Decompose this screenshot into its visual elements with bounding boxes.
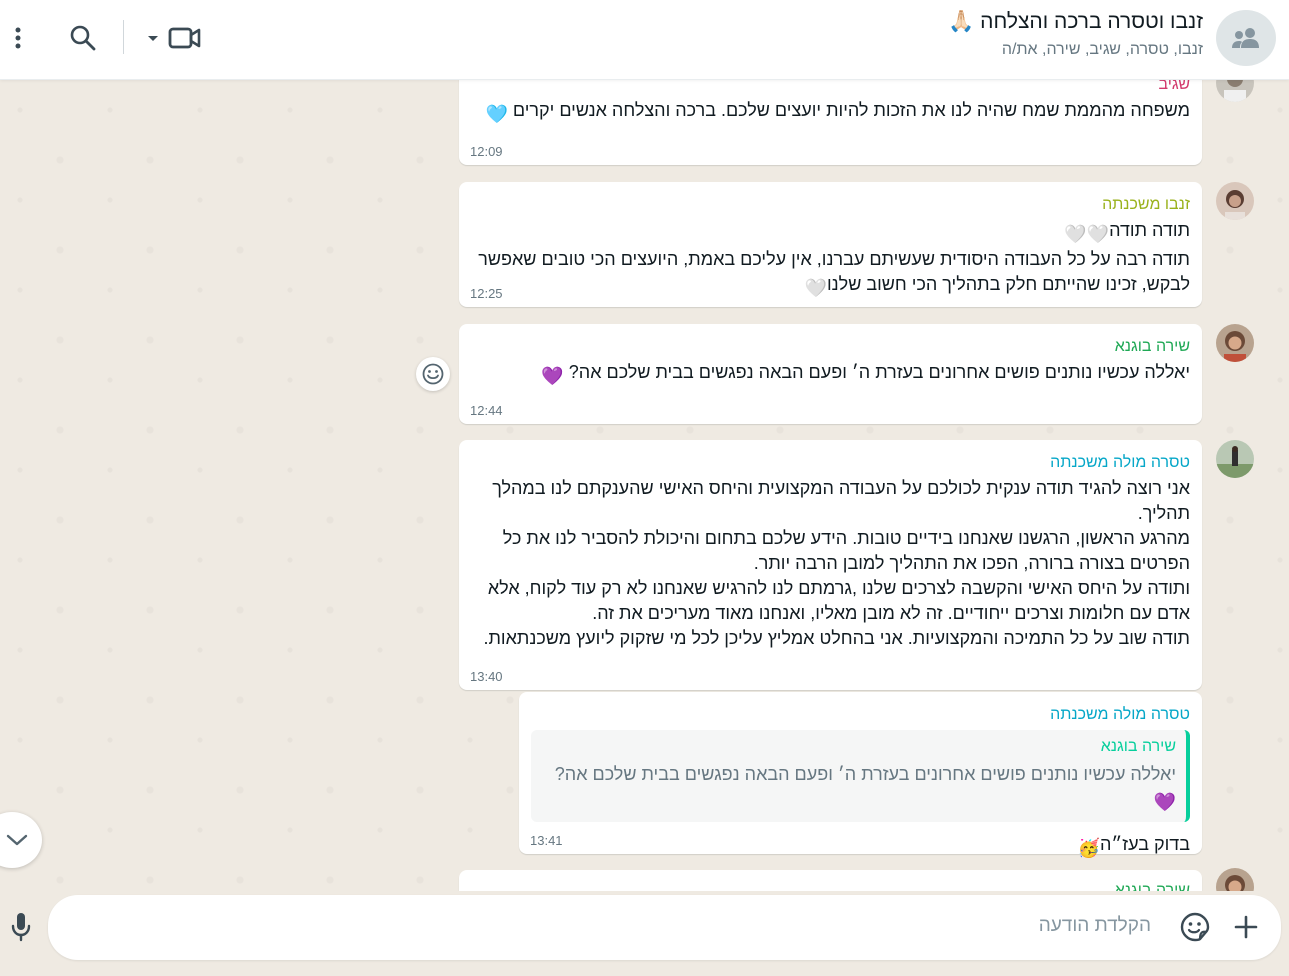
message-text: אני רוצה להגיד תודה ענקית לכולכם על העבו… [483,478,1190,648]
avatar-zanbo[interactable] [1216,182,1254,220]
message-bubble: טסרה מולה משכנתה אני רוצה להגיד תודה ענק… [459,440,1202,690]
smiley-icon [422,363,444,385]
white-heart-emoji: 🤍🤍 [1064,224,1110,244]
message-composer[interactable]: הקלדת הודעה [48,895,1281,960]
video-call-button[interactable] [146,20,208,56]
avatar-tesera[interactable] [1216,440,1254,478]
avatar-shira[interactable] [1216,324,1254,362]
chat-header: זנבו וטסרה ברכה והצלחה 🙏🏻 זנבו, טסרה, שג… [0,0,1289,80]
message-time: 13:40 [470,669,503,684]
message-time: 12:25 [470,286,503,301]
message-time: 12:09 [470,144,503,159]
video-call-icon [168,27,201,49]
search-button[interactable] [66,20,100,56]
purple-heart-emoji: 💜 [1153,792,1176,812]
sticker-button[interactable] [1179,910,1211,944]
purple-heart-emoji: 💜 [541,366,564,386]
attach-button[interactable] [1231,911,1261,943]
quoted-text: יאללה עכשיו נותנים פושים אחרונים בעזרת ה… [554,764,1176,812]
message-text: תודה תודה🤍🤍 תודה רבה על כל העבודה היסודי… [471,218,1190,301]
menu-icon [15,27,21,49]
message-time: 13:41 [530,833,563,848]
plus-icon [1234,915,1258,939]
avatar-image [1216,182,1254,220]
message-time: 12:44 [470,403,503,418]
group-avatar[interactable] [1216,10,1276,66]
white-heart-emoji: 🤍 [804,278,827,298]
praying-hands-emoji: 🙏🏻 [948,10,975,33]
voice-message-button[interactable] [8,910,34,944]
message-bubble: שגיב משפחה מהממת שמח שהיה לנו את הזכות ל… [459,70,1202,165]
message-text: משפחה מהממת שמח שהיה לנו את הזכות להיות … [471,98,1190,127]
chat-title[interactable]: זנבו וטסרה ברכה והצלחה 🙏🏻 [948,10,1203,34]
message-bubble: זנבו משכנתה תודה תודה🤍🤍 תודה רבה על כל ה… [459,182,1202,307]
message-sender: טסרה מולה משכנתה [1050,454,1190,471]
quoted-message[interactable]: שירה בוגנא יאללה עכשיו נותנים פושים אחרו… [531,730,1190,822]
message-sender: שירה בוגנא [1114,338,1190,355]
message-text: יאללה עכשיו נותנים פושים אחרונים בעזרת ה… [471,360,1190,389]
group-icon [1232,28,1259,48]
search-icon [70,25,96,51]
chevron-down-icon [148,36,158,41]
mic-icon [11,913,31,942]
message-sender: זנבו משכנתה [1102,196,1190,213]
light-blue-heart-emoji: 🩵 [485,104,508,124]
header-divider [123,20,124,54]
chevron-down-icon [6,834,28,846]
party-face-emoji: 🥳 [1077,838,1100,858]
reply-message-bubble: טסרה מולה משכנתה שירה בוגנא יאללה עכשיו … [519,692,1202,858]
menu-button[interactable] [4,20,32,56]
message-bubble: שירה בוגנא יאללה עכשיו נותנים פושים אחרו… [459,324,1202,424]
reaction-button[interactable] [416,357,450,391]
message-input[interactable]: הקלדת הודעה [1039,915,1151,937]
message-text: בדוק בעז״ה🥳 [531,832,1190,861]
avatar-image [1216,324,1254,362]
sticker-icon [1180,912,1210,942]
participants-list: זנבו, טסרה, שגיב, שירה, את/ה [1001,41,1203,58]
message-sender: טסרה מולה משכנתה [1050,706,1190,723]
avatar-image [1216,440,1254,478]
quoted-sender: שירה בוגנא [1100,738,1176,755]
